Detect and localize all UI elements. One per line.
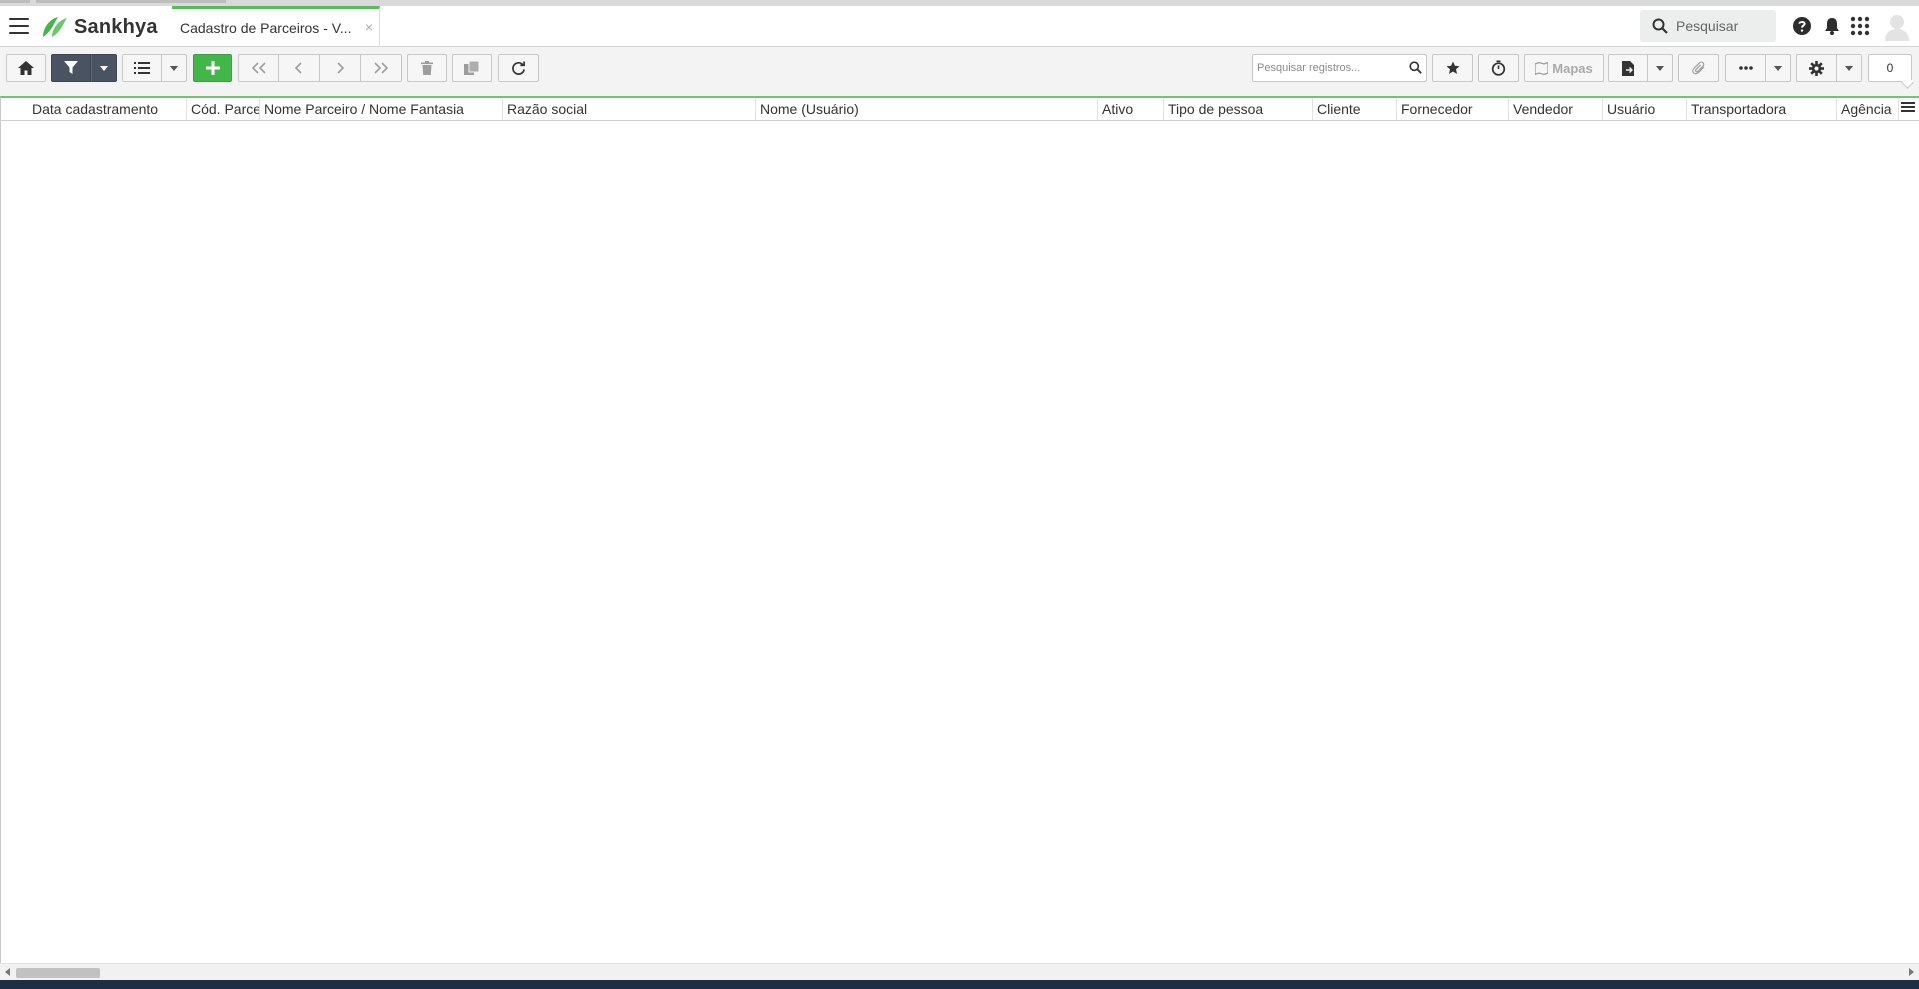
global-search-placeholder: Pesquisar — [1676, 18, 1739, 34]
copy-icon — [464, 61, 480, 75]
document-icon — [1621, 60, 1634, 76]
column-header-ativo[interactable]: Ativo — [1098, 98, 1164, 120]
maps-button[interactable]: Mapas — [1524, 54, 1604, 82]
column-header-usuario[interactable]: Usuário — [1603, 98, 1687, 120]
filter-button[interactable] — [51, 54, 91, 82]
gear-icon — [1809, 60, 1824, 76]
close-icon[interactable]: × — [365, 19, 373, 35]
double-chevron-right-icon — [374, 62, 389, 74]
attachment-button[interactable] — [1678, 54, 1719, 82]
search-icon[interactable] — [1409, 61, 1422, 74]
horizontal-scrollbar[interactable] — [0, 963, 1919, 980]
column-header-tipo-pessoa[interactable]: Tipo de pessoa — [1164, 98, 1313, 120]
app-header: Sankhya Cadastro de Parceiros - V... × P… — [0, 6, 1919, 47]
partners-grid: Data cadastramento Cód. Parceiro Nome Pa… — [0, 96, 1919, 963]
favorite-button[interactable] — [1432, 54, 1473, 82]
add-button[interactable] — [193, 54, 232, 82]
settings-dropdown[interactable] — [1837, 54, 1862, 82]
delete-button[interactable] — [407, 54, 447, 82]
column-header-cliente[interactable]: Cliente — [1313, 98, 1397, 120]
map-icon — [1535, 61, 1549, 75]
column-menu-icon[interactable] — [1901, 102, 1915, 114]
more-options-button[interactable] — [1725, 54, 1766, 82]
next-record-button[interactable] — [320, 54, 361, 82]
stopwatch-icon — [1491, 60, 1506, 76]
chevron-down-icon — [100, 65, 108, 71]
record-search-field[interactable] — [1252, 54, 1427, 82]
taskbar-strip — [0, 980, 1919, 989]
column-header-razao-social[interactable]: Razão social — [503, 98, 756, 120]
list-view-dropdown[interactable] — [162, 54, 187, 82]
paperclip-icon — [1691, 61, 1704, 75]
sankhya-logo[interactable]: Sankhya — [40, 14, 158, 40]
column-header-fornecedor[interactable]: Fornecedor — [1397, 98, 1509, 120]
tab-cadastro-parceiros[interactable]: Cadastro de Parceiros - V... × — [172, 6, 380, 46]
first-record-button[interactable] — [238, 54, 279, 82]
chevron-down-icon — [1656, 65, 1664, 71]
help-icon[interactable] — [1792, 16, 1812, 36]
list-icon — [134, 62, 150, 74]
search-icon — [1652, 18, 1668, 34]
duplicate-button[interactable] — [452, 54, 492, 82]
chevron-down-icon — [1774, 65, 1782, 71]
document-dropdown[interactable] — [1648, 54, 1673, 82]
apps-grid-icon[interactable] — [1850, 16, 1870, 36]
refresh-button[interactable] — [498, 54, 539, 82]
column-header-agencia[interactable]: Agência — [1837, 98, 1899, 120]
home-button[interactable] — [6, 54, 46, 82]
column-header-transportadora[interactable]: Transportadora — [1687, 98, 1837, 120]
record-count-badge: 0 — [1868, 54, 1912, 82]
sankhya-leaf-icon — [43, 17, 67, 37]
chevron-right-icon — [337, 62, 345, 74]
chevron-down-icon — [1845, 65, 1853, 71]
add-icon — [205, 61, 220, 75]
settings-button[interactable] — [1796, 54, 1837, 82]
timer-button[interactable] — [1478, 54, 1519, 82]
tab-label: Cadastro de Parceiros - V... — [180, 19, 352, 36]
trash-icon — [421, 61, 433, 75]
home-icon — [18, 61, 34, 75]
grid-header: Data cadastramento Cód. Parceiro Nome Pa… — [1, 98, 1919, 121]
chevron-left-icon — [294, 62, 302, 74]
document-button[interactable] — [1608, 54, 1648, 82]
scroll-left-icon[interactable] — [5, 968, 10, 976]
last-record-button[interactable] — [361, 54, 402, 82]
column-header-nome-parceiro[interactable]: Nome Parceiro / Nome Fantasia — [260, 98, 503, 120]
record-search-input[interactable] — [1253, 55, 1407, 81]
toolbar: Mapas — [0, 47, 1919, 96]
filter-icon — [64, 61, 78, 74]
scrollbar-thumb[interactable] — [16, 968, 100, 978]
global-search-input[interactable]: Pesquisar — [1640, 10, 1776, 42]
column-header-cod-parceiro[interactable]: Cód. Parceiro — [187, 98, 260, 120]
bell-icon[interactable] — [1822, 16, 1842, 36]
double-chevron-left-icon — [251, 62, 266, 74]
more-options-dropdown[interactable] — [1766, 54, 1791, 82]
refresh-icon — [512, 60, 525, 75]
more-icon — [1738, 66, 1753, 70]
user-avatar[interactable] — [1884, 13, 1910, 41]
column-header-vendedor[interactable]: Vendedor — [1509, 98, 1603, 120]
scroll-right-icon[interactable] — [1909, 968, 1914, 976]
browser-tab-segment — [0, 0, 30, 3]
maps-label: Mapas — [1552, 60, 1593, 76]
column-header-nome-usuario[interactable]: Nome (Usuário) — [756, 98, 1098, 120]
menu-icon[interactable] — [9, 18, 29, 34]
chevron-down-icon — [170, 65, 178, 71]
browser-tab-segment — [36, 0, 226, 3]
filter-dropdown[interactable] — [91, 54, 117, 82]
star-icon — [1446, 61, 1459, 74]
column-header-data-cadastramento[interactable]: Data cadastramento — [1, 98, 187, 120]
brand-name: Sankhya — [74, 15, 158, 38]
previous-record-button[interactable] — [279, 54, 320, 82]
list-view-button[interactable] — [122, 54, 162, 82]
